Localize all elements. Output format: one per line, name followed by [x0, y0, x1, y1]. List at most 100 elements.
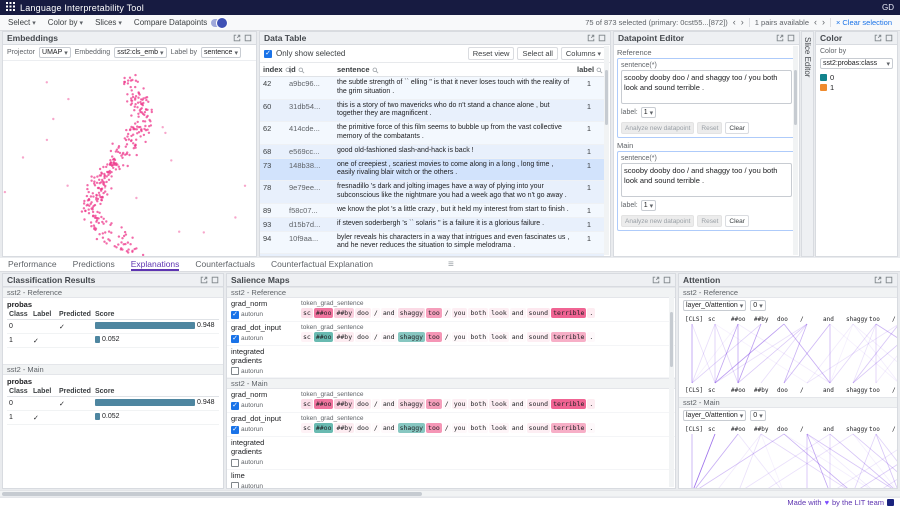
salience-token[interactable]: terrible	[551, 399, 586, 409]
popout-icon[interactable]	[874, 276, 882, 284]
scrollbar-thumb[interactable]	[670, 312, 673, 367]
salience-token[interactable]: ##by	[334, 332, 354, 342]
salience-token[interactable]: look	[489, 399, 509, 409]
horizontal-scrollbar[interactable]	[0, 490, 900, 496]
salience-token[interactable]: shaggy	[398, 399, 425, 409]
salience-token[interactable]: sc	[301, 308, 313, 318]
salience-token[interactable]: too	[426, 423, 442, 433]
analyze-button[interactable]: Analyze new datapoint	[621, 122, 694, 134]
select-menu[interactable]: Select▾	[8, 18, 36, 27]
checkbox[interactable]: ✓	[231, 426, 239, 434]
salience-token[interactable]: sound	[527, 399, 551, 409]
autorun-checkbox[interactable]: ✓autorun	[231, 335, 297, 343]
salience-token[interactable]: /	[372, 399, 380, 409]
head-select[interactable]: 0▾	[750, 300, 765, 311]
salience-token[interactable]: both	[468, 332, 488, 342]
salience-token[interactable]: both	[468, 423, 488, 433]
label-by-select[interactable]: sentence▾	[201, 47, 241, 58]
clear-button[interactable]: Clear	[725, 215, 749, 227]
reset-button[interactable]: Reset	[697, 215, 722, 227]
checkbox[interactable]	[231, 367, 239, 375]
tab-explanations[interactable]: Explanations	[131, 258, 180, 271]
popout-icon[interactable]	[874, 34, 882, 42]
autorun-checkbox[interactable]: autorun	[231, 482, 297, 489]
salience-token[interactable]: .	[587, 308, 595, 318]
salience-token[interactable]: look	[489, 332, 509, 342]
maximize-icon[interactable]	[885, 276, 893, 284]
prev-datapoint-button[interactable]: ‹	[733, 18, 736, 27]
projector-select[interactable]: UMAP▾	[39, 47, 71, 58]
salience-token[interactable]: /	[443, 332, 451, 342]
search-icon[interactable]	[298, 67, 305, 74]
columns-button[interactable]: Columns▾	[561, 47, 606, 60]
checkbox[interactable]: ✓	[231, 402, 239, 410]
only-show-selected-checkbox[interactable]: ✓	[264, 50, 272, 58]
column-header-id[interactable]: id	[286, 63, 334, 77]
salience-token[interactable]: doo	[355, 423, 371, 433]
head-select[interactable]: 0▾	[750, 410, 765, 421]
clear-button[interactable]: Clear	[725, 122, 749, 134]
maximize-icon[interactable]	[787, 34, 795, 42]
scrollbar-thumb[interactable]	[2, 492, 422, 496]
reset-button[interactable]: Reset	[697, 122, 722, 134]
table-row[interactable]: 42a9bc96...the subtle strength of `` ell…	[260, 77, 604, 100]
salience-token[interactable]: and	[381, 332, 397, 342]
salience-token[interactable]: shaggy	[398, 332, 425, 342]
maximize-icon[interactable]	[663, 276, 671, 284]
autorun-checkbox[interactable]: ✓autorun	[231, 311, 297, 319]
tab-performance[interactable]: Performance	[8, 258, 57, 271]
salience-token[interactable]: terrible	[551, 332, 586, 342]
table-row[interactable]: 89f58c07...we know the plot 's a little …	[260, 203, 604, 217]
salience-token[interactable]: doo	[355, 399, 371, 409]
scrollbar-thumb[interactable]	[794, 70, 797, 125]
salience-token[interactable]: sc	[301, 423, 313, 433]
checkbox[interactable]: ✓	[231, 311, 239, 319]
salience-token[interactable]: and	[510, 423, 526, 433]
salience-token[interactable]: ##oo	[314, 308, 334, 318]
data-table-scroll[interactable]: indexidsentencelabel 42a9bc96...the subt…	[260, 63, 610, 256]
salience-token[interactable]: look	[489, 423, 509, 433]
salience-token[interactable]: you	[452, 332, 468, 342]
column-header-index[interactable]: index	[260, 63, 286, 77]
column-header-sentence[interactable]: sentence	[334, 63, 574, 77]
salience-token[interactable]: ##oo	[314, 332, 334, 342]
cls-row[interactable]: 0✓0.948	[7, 397, 219, 411]
salience-token[interactable]: .	[587, 423, 595, 433]
autorun-checkbox[interactable]: autorun	[231, 459, 297, 467]
prev-pair-button[interactable]: ‹	[814, 18, 817, 27]
salience-token[interactable]: doo	[355, 332, 371, 342]
table-row[interactable]: 93d15b7d...if steven soderbergh 's `` so…	[260, 217, 604, 231]
popout-icon[interactable]	[200, 276, 208, 284]
table-row[interactable]: 73148b38...one of creepiest , scariest m…	[260, 158, 604, 181]
salience-token[interactable]: sound	[527, 308, 551, 318]
tab-counterfactuals[interactable]: Counterfactuals	[195, 258, 255, 271]
table-row[interactable]: 9410f9aa...byler reveals his characters …	[260, 231, 604, 254]
maximize-icon[interactable]	[598, 34, 606, 42]
apps-grid-icon[interactable]	[6, 2, 15, 13]
salience-token[interactable]: sc	[301, 399, 313, 409]
salience-token[interactable]: .	[587, 332, 595, 342]
salience-token[interactable]: ##by	[334, 399, 354, 409]
slice-editor-tab[interactable]: Slice Editor	[801, 31, 814, 257]
salience-token[interactable]: ##oo	[314, 399, 334, 409]
table-row[interactable]: 10040a6ef...neither parker nor donovan i…	[260, 254, 604, 257]
maximize-icon[interactable]	[885, 34, 893, 42]
autorun-checkbox[interactable]: ✓autorun	[231, 402, 297, 410]
vertical-scrollbar[interactable]	[793, 46, 798, 255]
popout-icon[interactable]	[776, 34, 784, 42]
salience-token[interactable]: /	[443, 399, 451, 409]
salience-token[interactable]: and	[510, 308, 526, 318]
embeddings-scatter-area[interactable]	[3, 61, 256, 256]
vertical-scrollbar[interactable]	[669, 288, 674, 487]
select-all-button[interactable]: Select all	[517, 47, 557, 60]
salience-token[interactable]: sc	[301, 332, 313, 342]
slices-menu[interactable]: Slices▾	[95, 18, 122, 27]
salience-token[interactable]: shaggy	[398, 423, 425, 433]
column-header-label[interactable]: label	[574, 63, 604, 77]
checkbox[interactable]	[231, 459, 239, 467]
salience-token[interactable]: terrible	[551, 423, 586, 433]
popout-icon[interactable]	[652, 276, 660, 284]
next-datapoint-button[interactable]: ›	[741, 18, 744, 27]
analyze-button[interactable]: Analyze new datapoint	[621, 215, 694, 227]
salience-token[interactable]: both	[468, 308, 488, 318]
